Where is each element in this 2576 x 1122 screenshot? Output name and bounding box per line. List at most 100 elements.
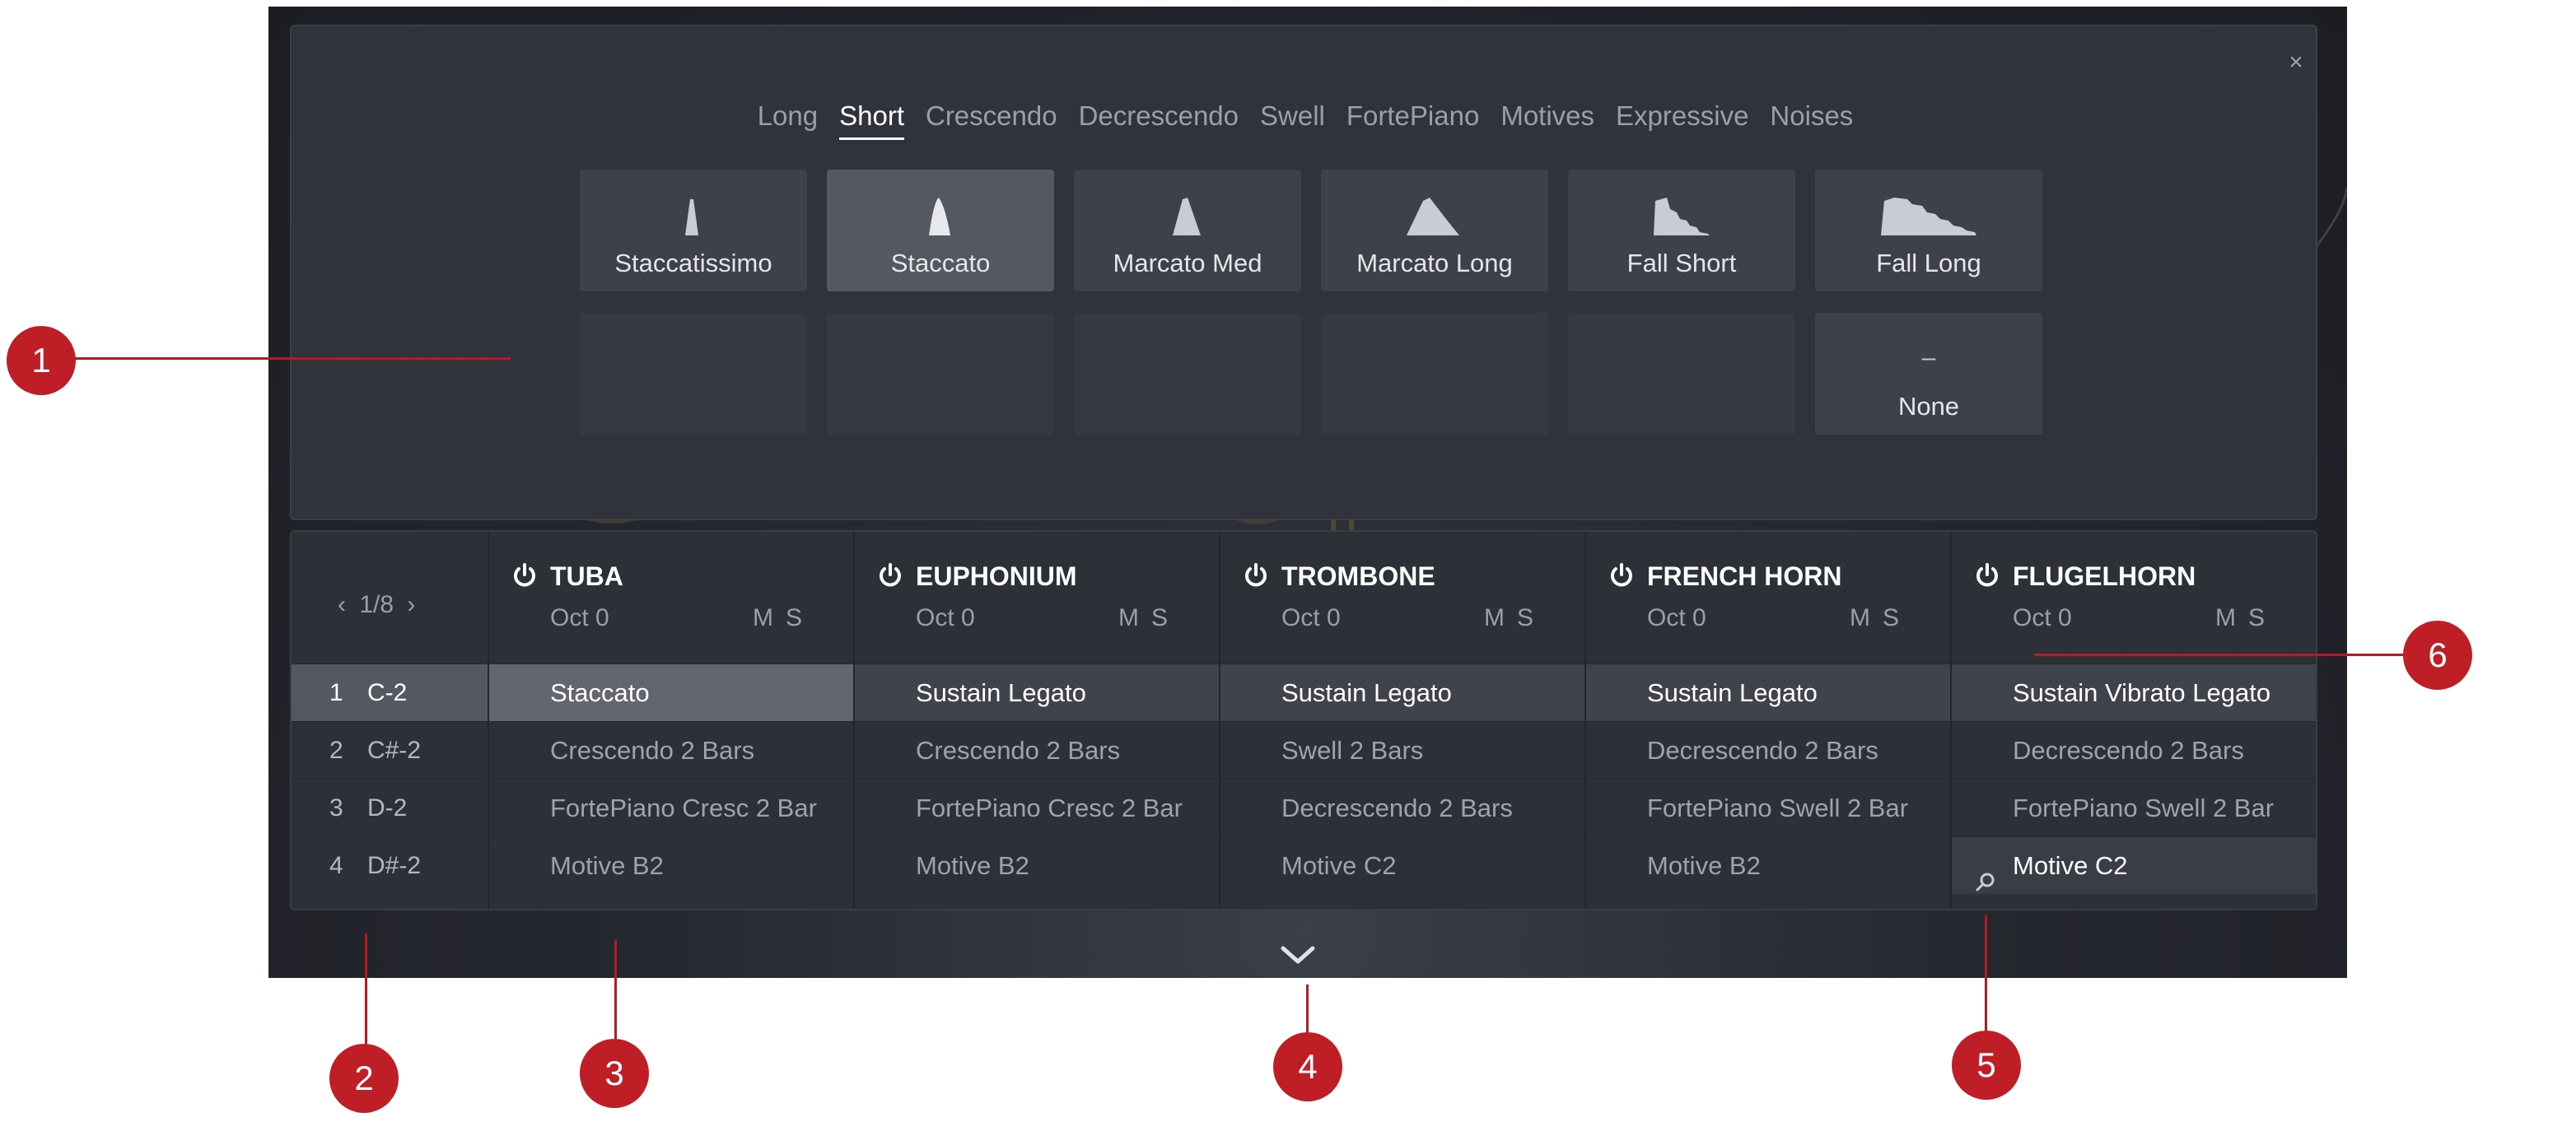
mute-button[interactable]: M [1484,604,1505,632]
power-icon[interactable] [1973,561,2001,589]
fall-short-icon [1654,198,1710,235]
articulation-tile-empty [1568,313,1795,435]
power-icon[interactable] [1608,561,1636,589]
solo-button[interactable]: S [1883,604,1899,632]
keyswitch-list: 1 C-2 2 C#-2 3 D-2 4 D#-2 [292,663,489,894]
mute-button[interactable]: M [1118,604,1139,632]
keyswitch-row[interactable]: 3 D-2 [292,779,489,836]
slot-label: FortePiano Swell 2 Bar [1647,794,1909,822]
tab-short[interactable]: Short [839,95,904,140]
articulation-tabs: Long Short Crescendo Decrescendo Swell ForteP… [292,95,2319,140]
next-page-button[interactable]: › [407,591,415,618]
articulation-slot[interactable]: Decrescendo 2 Bars [1952,721,2316,779]
articulation-slot[interactable]: Motive C2 [1220,836,1586,894]
keyswitch-row[interactable]: 4 D#-2 [292,836,489,894]
tile-label: Staccato [890,249,991,277]
staccato-icon [929,198,950,235]
power-icon[interactable] [876,561,904,589]
callout-leader-5 [1985,915,1987,1034]
tile-label: Marcato Long [1356,249,1513,277]
tab-motives[interactable]: Motives [1500,95,1594,137]
slot-label: FortePiano Cresc 2 Bar [916,794,1183,822]
keyswitch-number: 3 [329,794,343,822]
octave-value[interactable]: Oct 0 [916,604,975,632]
instrument-name: FLUGELHORN [2013,561,2196,591]
articulation-slot[interactable]: FortePiano Swell 2 Bar [1586,779,1952,836]
tab-noises[interactable]: Noises [1770,95,1853,137]
articulation-tile-staccatissimo[interactable]: Staccatissimo [580,170,807,291]
slot-label: Motive B2 [916,851,1029,880]
chevron-down-icon[interactable] [1278,943,1318,968]
articulation-panel: × Long Short Crescendo Decrescendo Swell Fort… [290,25,2317,520]
power-icon[interactable] [1242,561,1270,589]
articulation-slot[interactable]: Sustain Vibrato Legato [1952,663,2316,721]
articulation-tile-fall-long[interactable]: Fall Long [1815,170,2042,291]
tab-fortepiano[interactable]: FortePiano [1346,95,1479,137]
articulation-tile-fall-short[interactable]: Fall Short [1568,170,1795,291]
close-button[interactable]: × [2281,48,2311,77]
search-icon [1975,855,1996,892]
octave-value[interactable]: Oct 0 [550,604,609,632]
slot-label: Sustain Legato [916,678,1086,707]
keyswitch-row[interactable]: 2 C#-2 [292,721,489,779]
articulation-tile-marcato-med[interactable]: Marcato Med [1074,170,1301,291]
instrument-header-euphonium: EUPHONIUM Oct 0 MS [855,532,1220,663]
articulation-tile-staccato[interactable]: Staccato [827,170,1054,291]
articulation-slot[interactable]: Decrescendo 2 Bars [1586,721,1952,779]
slot-label: Sustain Legato [1281,678,1452,707]
staccatissimo-icon [685,199,698,235]
articulation-slot[interactable]: Crescendo 2 Bars [489,721,855,779]
articulation-slot[interactable]: Sustain Legato [855,663,1220,721]
mute-button[interactable]: M [1850,604,1870,632]
solo-button[interactable]: S [1151,604,1168,632]
tab-decrescendo[interactable]: Decrescendo [1079,95,1239,137]
none-dash: – [1921,344,1936,371]
octave-value[interactable]: Oct 0 [1647,604,1706,632]
articulation-slot[interactable]: FortePiano Swell 2 Bar [1952,779,2316,836]
solo-button[interactable]: S [2248,604,2265,632]
articulation-slot[interactable]: Motive B2 [855,836,1220,894]
articulation-tile-empty [827,313,1054,435]
articulation-slot[interactable]: Swell 2 Bars [1220,721,1586,779]
articulation-slot[interactable]: Decrescendo 2 Bars [1220,779,1586,836]
keyswitch-note: D#-2 [367,852,422,879]
articulation-tile-empty [1074,313,1301,435]
articulation-slot[interactable]: Sustain Legato [1586,663,1952,721]
solo-button[interactable]: S [1517,604,1533,632]
tab-swell[interactable]: Swell [1260,95,1325,137]
solo-button[interactable]: S [786,604,802,632]
instrument-column-tuba: Staccato Crescendo 2 Bars FortePiano Cresc… [489,663,855,894]
power-icon[interactable] [511,561,539,589]
articulation-slot[interactable]: Motive C2 [1952,836,2316,894]
articulation-slot[interactable]: Motive B2 [1586,836,1952,894]
page-selector: ‹ 1/8 › [338,591,415,619]
tab-expressive[interactable]: Expressive [1616,95,1748,137]
slot-label: Decrescendo 2 Bars [1281,794,1513,822]
mute-button[interactable]: M [753,604,773,632]
articulation-tile-none[interactable]: – None [1815,313,2042,435]
keyswitch-note: C#-2 [367,737,422,764]
articulation-slot[interactable]: Sustain Legato [1220,663,1586,721]
keyswitch-number: 2 [329,737,343,764]
articulation-slot[interactable]: Staccato [489,663,855,721]
instrument-header-flugelhorn: FLUGELHORN Oct 0 MS [1952,532,2316,663]
slot-label: FortePiano Swell 2 Bar [2013,794,2275,822]
articulation-slot[interactable]: Crescendo 2 Bars [855,721,1220,779]
mute-button[interactable]: M [2215,604,2236,632]
articulation-slot[interactable]: FortePiano Cresc 2 Bar [489,779,855,836]
keyswitch-row[interactable]: 1 C-2 [292,663,489,721]
prev-page-button[interactable]: ‹ [338,591,346,618]
slot-label: Motive C2 [1281,851,1397,880]
instrument-column-flugelhorn: Sustain Vibrato Legato Decrescendo 2 Bars… [1952,663,2316,894]
articulation-slot[interactable]: Motive B2 [489,836,855,894]
instrument-column-euphonium: Sustain Legato Crescendo 2 Bars FortePiano… [855,663,1220,894]
callout-leader-4 [1306,985,1309,1036]
octave-value[interactable]: Oct 0 [1281,604,1341,632]
articulation-tile-marcato-long[interactable]: Marcato Long [1321,170,1548,291]
page-indicator: 1/8 [359,591,394,618]
tab-long[interactable]: Long [758,95,818,137]
octave-value[interactable]: Oct 0 [2013,604,2072,632]
articulation-slot[interactable]: FortePiano Cresc 2 Bar [855,779,1220,836]
tab-crescendo[interactable]: Crescendo [926,95,1057,137]
slot-label: Sustain Legato [1647,678,1818,707]
